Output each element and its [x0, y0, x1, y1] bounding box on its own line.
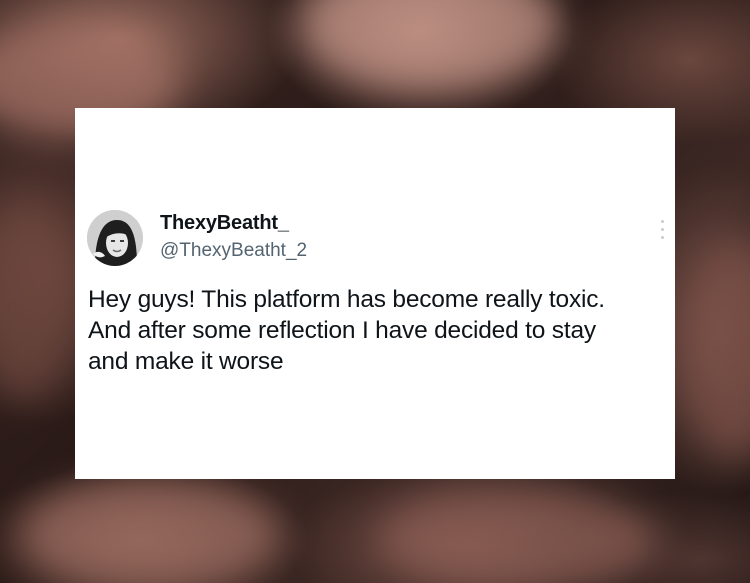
- profile-photo-icon: [87, 210, 143, 266]
- display-name[interactable]: ThexyBeatht_: [160, 212, 289, 235]
- tweet-card: ThexyBeatht_ @ThexyBeatht_2 Hey guys! Th…: [75, 108, 675, 479]
- tweet-text-line: And after some reflection I have decided…: [88, 317, 596, 344]
- tweet-text: Hey guys! This platform has become reall…: [88, 284, 673, 377]
- tweet-text-line: Hey guys! This platform has become reall…: [88, 286, 605, 313]
- user-handle[interactable]: @ThexyBeatht_2: [160, 240, 307, 262]
- avatar[interactable]: [87, 210, 143, 266]
- tweet-text-line: and make it worse: [88, 348, 284, 375]
- more-options-icon[interactable]: [657, 220, 667, 246]
